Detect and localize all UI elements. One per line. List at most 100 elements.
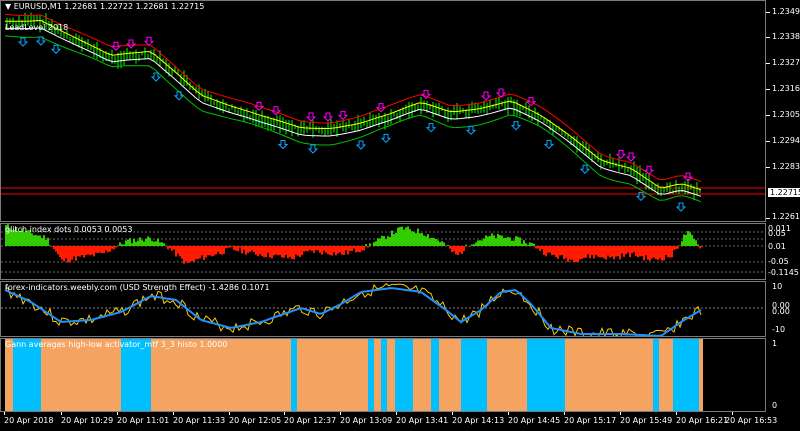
time-label: 20 Apr 14:45 <box>508 416 561 425</box>
time-label: 20 Apr 16:21 <box>676 416 729 425</box>
glitch-bar <box>397 227 399 246</box>
glitch-bar <box>603 246 605 259</box>
glitch-bar <box>549 246 551 253</box>
glitch-bar <box>437 240 439 246</box>
down-arrow-icon <box>125 39 137 49</box>
glitch-bar <box>301 246 303 256</box>
glitch-bar <box>283 246 285 258</box>
glitch-bar <box>629 246 631 258</box>
gann-bull-bar <box>368 339 374 411</box>
glitch-bar <box>681 241 683 246</box>
glitch-bar <box>89 246 91 256</box>
glitch-bar <box>693 238 695 246</box>
glitch-bar <box>109 246 111 252</box>
glitch-bar <box>527 244 529 246</box>
time-label: 20 Apr 11:01 <box>117 416 170 425</box>
glitch-bar <box>253 246 255 253</box>
glitch-bar <box>225 246 227 248</box>
glitch-bar <box>133 238 135 246</box>
glitch-index-pane[interactable]: glitch index dots 0.0053 0.0053 <box>0 223 766 280</box>
glitch-bar <box>569 246 571 260</box>
down-arrow-icon <box>480 91 492 101</box>
glitch-bar <box>595 246 597 255</box>
glitch-bar <box>555 246 557 258</box>
glitch-bar <box>303 246 305 252</box>
price-scale[interactable]: 1.23498 1.23388 1.23278 1.23168 1.23053 … <box>766 0 800 222</box>
glitch-bar <box>429 238 431 246</box>
glitch-bar <box>55 246 57 252</box>
glitch-bar <box>215 246 217 255</box>
glitch-bar <box>209 246 211 256</box>
glitch-bar <box>581 246 583 259</box>
glitch-bar <box>127 239 129 246</box>
glitch-bar <box>327 246 329 255</box>
glitch-bar <box>473 244 475 246</box>
time-label: 20 Apr 11:33 <box>173 416 226 425</box>
glitch-bar <box>617 246 619 256</box>
glitch-bar <box>337 246 339 254</box>
up-arrow-icon <box>543 139 555 150</box>
price-label: 1.23278 <box>772 58 800 67</box>
glitch-bar <box>483 238 485 246</box>
gann-bull-bar <box>291 339 297 411</box>
glitch-bar <box>613 246 615 260</box>
main-chart-pane[interactable]: ▼ EURUSD,M1 1.22681 1.22722 1.22681 1.22… <box>0 0 766 222</box>
glitch-bar <box>269 246 271 258</box>
up-arrow-icon <box>307 144 319 154</box>
glitch-bar <box>45 239 47 246</box>
glitch-bar <box>541 246 543 250</box>
glitch-bar <box>417 228 419 246</box>
glitch-bar <box>125 240 127 246</box>
glitch-bar <box>91 246 93 255</box>
glitch-bar <box>635 246 637 257</box>
gann-histo-pane[interactable]: Gann averages high-low activator_mtf 3_3… <box>0 338 766 412</box>
glitch-bar <box>53 246 55 250</box>
glitch-bar <box>463 246 465 251</box>
time-tick <box>4 412 5 415</box>
glitch-bar <box>455 246 457 255</box>
usd-strength-pane[interactable]: forex-indicators.weebly.com (USD Strengt… <box>0 281 766 337</box>
glitch-bar <box>439 242 441 246</box>
glitch-bar <box>651 246 653 259</box>
price-tick <box>766 37 770 38</box>
glitch-bar <box>523 240 525 246</box>
gann-scale: 1 0 <box>766 338 800 412</box>
glitch-bar <box>457 246 459 255</box>
glitch-bar <box>233 246 235 250</box>
gann-bull-bar <box>431 339 439 411</box>
glitch-bar <box>665 246 667 255</box>
glitch-bar <box>391 230 393 246</box>
down-arrow-icon <box>337 110 349 121</box>
glitch-label: -0.1145 <box>768 268 799 277</box>
chart-menu-icon[interactable]: ▼ <box>5 2 11 11</box>
glitch-bar <box>131 243 133 246</box>
glitch-bar <box>201 246 203 256</box>
time-label: 20 Apr 13:09 <box>340 416 393 425</box>
strength-scale: 10 0.00 0.00 -10 <box>766 281 800 337</box>
price-tick <box>766 89 770 90</box>
price-tick <box>766 63 770 64</box>
glitch-bar <box>489 235 491 246</box>
glitch-bar <box>71 246 73 260</box>
glitch-bar <box>355 246 357 253</box>
glitch-bar <box>169 246 171 249</box>
gann-histogram-svg <box>5 339 703 411</box>
glitch-bar <box>149 237 151 246</box>
glitch-bar <box>415 233 417 246</box>
glitch-bar <box>239 246 241 248</box>
slow-strength-line <box>4 287 702 336</box>
glitch-bar <box>343 246 345 256</box>
glitch-bar <box>319 246 321 253</box>
chart-title: ▼ EURUSD,M1 1.22681 1.22722 1.22681 1.22… <box>5 2 204 11</box>
glitch-bar <box>697 244 699 246</box>
glitch-bar <box>413 231 415 246</box>
glitch-bar <box>69 246 71 263</box>
glitch-bar <box>633 246 635 252</box>
glitch-bar <box>297 246 299 256</box>
glitch-bar <box>145 238 147 246</box>
glitch-bar <box>607 246 609 256</box>
glitch-bar <box>667 246 669 258</box>
glitch-bar <box>359 246 361 253</box>
glitch-bar <box>339 246 341 253</box>
glitch-bar <box>485 235 487 246</box>
